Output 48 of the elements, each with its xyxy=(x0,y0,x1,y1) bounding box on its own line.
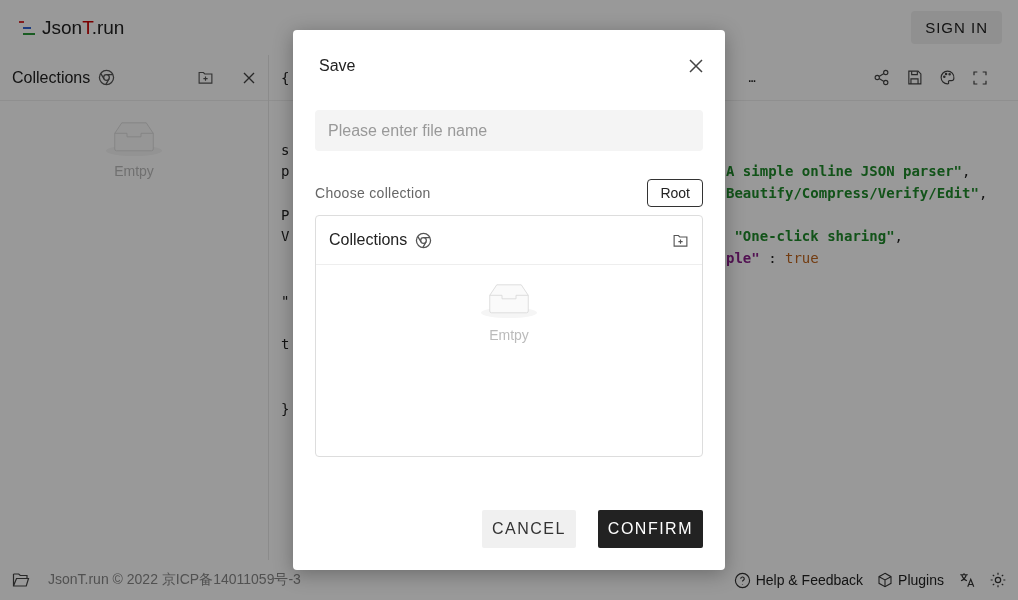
collections-title: Collections xyxy=(329,231,408,249)
code-text: ple" xyxy=(726,249,760,266)
ring-icon xyxy=(98,69,116,86)
code-text: "One-click sharing" xyxy=(733,228,895,245)
dialog-title: Save xyxy=(319,57,356,75)
help-link[interactable]: Help & Feedback xyxy=(733,571,864,589)
confirm-button[interactable]: CONFIRM xyxy=(597,510,703,548)
code-text: } xyxy=(281,400,290,417)
cube-icon xyxy=(877,572,894,588)
more-text: … xyxy=(748,70,756,85)
palette-icon[interactable] xyxy=(939,69,956,86)
code-text: , xyxy=(978,185,988,201)
logo-text: JsonT.run xyxy=(42,16,125,39)
sun-icon[interactable] xyxy=(990,572,1006,588)
save-icon[interactable] xyxy=(906,69,923,86)
fullscreen-icon[interactable] xyxy=(972,69,988,86)
close-button[interactable] xyxy=(689,59,703,73)
folder-icon[interactable] xyxy=(12,572,30,588)
new-folder-icon[interactable] xyxy=(197,69,214,86)
code-text: " xyxy=(281,292,290,309)
code-text: t xyxy=(281,336,290,353)
close-icon[interactable] xyxy=(242,70,256,85)
help-icon xyxy=(733,571,751,589)
code-text: : xyxy=(767,249,778,266)
code-text: { xyxy=(281,69,290,86)
code-text: true xyxy=(785,249,819,266)
root-button[interactable]: Root xyxy=(647,179,703,207)
code-text: s xyxy=(281,141,290,158)
ring-icon xyxy=(415,231,433,249)
sign-in-button[interactable]: SIGN IN xyxy=(911,11,1002,44)
empty-text: Emtpy xyxy=(489,327,529,343)
copyright-text: JsonT.run © 2022 京ICP备14011059号-3 xyxy=(48,571,301,589)
plugins-link[interactable]: Plugins xyxy=(877,572,944,588)
empty-inbox-icon xyxy=(481,281,537,321)
code-text: P xyxy=(281,206,290,223)
share-icon[interactable] xyxy=(873,69,890,86)
code-text: p xyxy=(281,163,290,180)
cancel-button[interactable]: CANCEL xyxy=(481,510,576,548)
code-text: , xyxy=(894,228,903,245)
sidebar-title: Collections xyxy=(12,68,91,87)
code-text: A simple online JSON parser" xyxy=(726,163,962,180)
choose-collection-label: Choose collection xyxy=(315,185,431,201)
code-text: , xyxy=(962,163,971,180)
logo-icon xyxy=(18,19,36,36)
file-name-field[interactable]: Please enter file name xyxy=(315,110,703,151)
code-text: V xyxy=(281,228,290,245)
code-text: Beautify/Compress/Verify/Edit" xyxy=(726,185,979,201)
translate-icon[interactable] xyxy=(958,571,976,589)
